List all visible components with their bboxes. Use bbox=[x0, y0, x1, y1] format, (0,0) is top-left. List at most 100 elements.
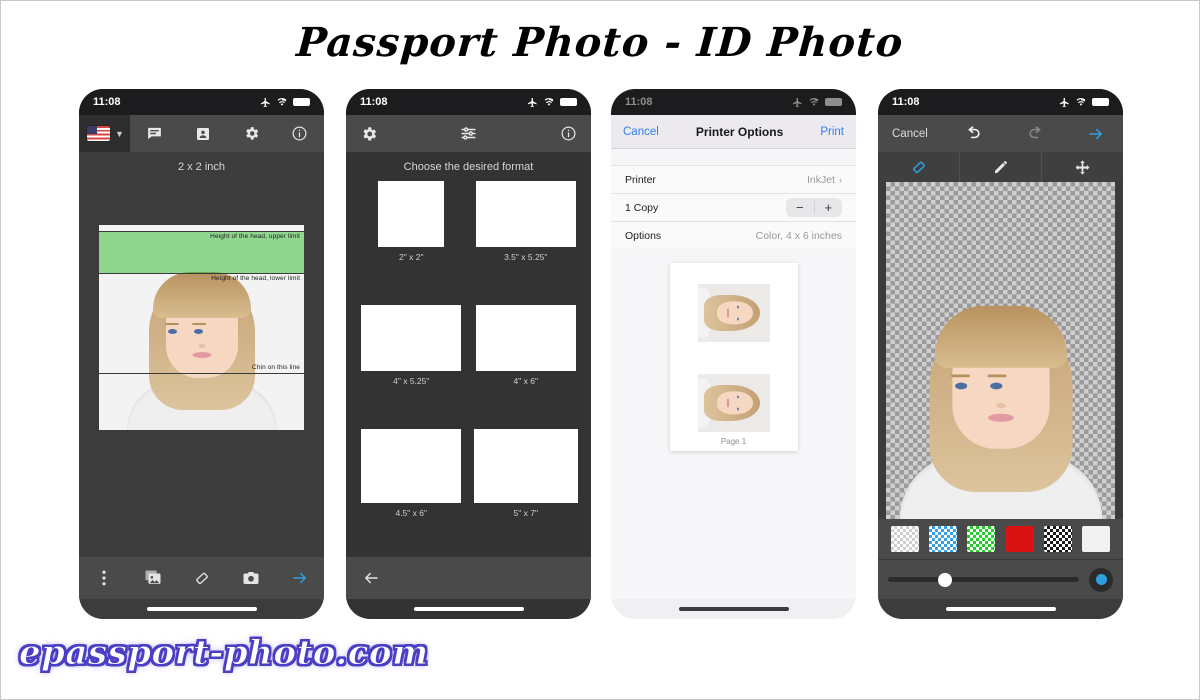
format-option[interactable]: 4" x 5.25" bbox=[358, 305, 465, 425]
photo-guide-frame[interactable]: Height of the head, upper limit Height o… bbox=[99, 225, 304, 430]
airplane-icon bbox=[527, 97, 538, 108]
lower-limit-line bbox=[99, 273, 304, 274]
airplane-icon bbox=[792, 97, 803, 108]
sliders-icon bbox=[459, 124, 478, 143]
swatch-red[interactable] bbox=[1005, 526, 1034, 552]
swatch-blue[interactable] bbox=[929, 526, 958, 552]
info-button[interactable] bbox=[545, 115, 591, 152]
info-circle-icon bbox=[560, 125, 577, 142]
preview-photo bbox=[697, 374, 770, 432]
editor-canvas[interactable]: Height of the head, upper limit Height o… bbox=[79, 173, 324, 557]
home-indicator bbox=[878, 599, 1123, 619]
format-list[interactable]: 2" x 2" 3.5" x 5.25" 4" x 5.25" 4" x 6" 4.5"… bbox=[346, 173, 591, 557]
brush-size-slider[interactable] bbox=[888, 572, 1079, 587]
print-button[interactable]: Print bbox=[820, 126, 844, 138]
battery-icon bbox=[825, 98, 842, 106]
undo-arrow-icon bbox=[963, 124, 982, 143]
format-preview bbox=[475, 181, 576, 247]
wifi-icon bbox=[276, 97, 288, 108]
camera-icon bbox=[242, 569, 260, 587]
redo-button[interactable] bbox=[1005, 115, 1070, 152]
kebab-menu-icon bbox=[101, 570, 106, 586]
swatch-green[interactable] bbox=[967, 526, 996, 552]
apply-button[interactable] bbox=[1089, 567, 1113, 592]
options-row[interactable]: Options Color, 4 x 6 inches bbox=[611, 221, 856, 249]
format-option[interactable]: 3.5" x 5.25" bbox=[473, 181, 580, 301]
printer-value: InkJet › bbox=[807, 174, 842, 186]
camera-button[interactable] bbox=[226, 569, 275, 587]
format-title: 2 x 2 inch bbox=[177, 161, 226, 173]
increment-button[interactable]: + bbox=[815, 198, 843, 217]
home-indicator bbox=[611, 599, 856, 619]
settings-button[interactable] bbox=[346, 115, 392, 152]
phone-screen-printer-options: 11:08 Cancel Printer Options Print Print… bbox=[611, 89, 856, 619]
next-button[interactable] bbox=[1069, 115, 1123, 152]
copies-stepper[interactable]: − + bbox=[786, 198, 842, 217]
status-bar: 11:08 bbox=[79, 89, 324, 115]
print-preview[interactable]: Page 1 bbox=[611, 249, 856, 599]
eraser-tool-tab[interactable] bbox=[878, 152, 960, 182]
options-value: Color, 4 x 6 inches bbox=[755, 229, 842, 242]
choose-format-title: Choose the desired format bbox=[403, 161, 534, 173]
page-title: Passport Photo - ID Photo bbox=[294, 19, 906, 66]
website-brand: epassport-photo.com bbox=[19, 633, 429, 674]
printer-label: Printer bbox=[625, 173, 656, 186]
eraser-button[interactable] bbox=[177, 569, 226, 587]
id-card-icon bbox=[195, 126, 211, 142]
back-button[interactable] bbox=[346, 569, 396, 587]
brush-tool-tab[interactable] bbox=[960, 152, 1042, 182]
format-option[interactable]: 4.5" x 6" bbox=[358, 429, 465, 549]
next-button[interactable] bbox=[275, 569, 324, 587]
status-time: 11:08 bbox=[360, 96, 388, 108]
status-bar: 11:08 bbox=[611, 89, 856, 115]
preview-page: Page 1 bbox=[669, 263, 798, 451]
status-time: 11:08 bbox=[892, 96, 920, 108]
transparency-canvas[interactable] bbox=[886, 182, 1115, 519]
more-options-button[interactable] bbox=[79, 570, 128, 586]
home-indicator bbox=[346, 599, 591, 619]
format-option[interactable]: 2" x 2" bbox=[358, 181, 465, 301]
format-label: 4" x 6" bbox=[513, 376, 538, 386]
format-preview bbox=[378, 181, 445, 247]
undo-button[interactable] bbox=[940, 115, 1005, 152]
cancel-button[interactable]: Cancel bbox=[878, 115, 940, 152]
format-preview bbox=[475, 305, 576, 371]
arrow-left-icon bbox=[361, 569, 381, 587]
feedback-button[interactable] bbox=[130, 115, 179, 152]
wifi-icon bbox=[1075, 97, 1087, 108]
settings-button[interactable] bbox=[227, 115, 276, 152]
nav-spacer bbox=[611, 149, 856, 165]
wifi-icon bbox=[543, 97, 555, 108]
copies-row[interactable]: 1 Copy − + bbox=[611, 193, 856, 221]
move-tool-tab[interactable] bbox=[1042, 152, 1123, 182]
us-flag-icon bbox=[87, 126, 110, 141]
adjust-button[interactable] bbox=[392, 115, 545, 152]
status-bar: 11:08 bbox=[346, 89, 591, 115]
gallery-button[interactable] bbox=[128, 569, 177, 587]
photo-library-icon bbox=[144, 569, 162, 587]
info-button[interactable] bbox=[275, 115, 324, 152]
chin-line bbox=[99, 373, 304, 374]
format-option[interactable]: 5" x 7" bbox=[473, 429, 580, 549]
decrement-button[interactable]: − bbox=[786, 198, 814, 217]
printer-row[interactable]: Printer InkJet › bbox=[611, 165, 856, 193]
format-label: 4" x 5.25" bbox=[393, 376, 430, 386]
id-card-button[interactable] bbox=[178, 115, 227, 152]
format-label: 5" x 7" bbox=[513, 508, 538, 518]
country-selector[interactable]: ▼ bbox=[79, 115, 130, 152]
background-color-swatches[interactable] bbox=[878, 519, 1123, 559]
format-label: 4.5" x 6" bbox=[395, 508, 428, 518]
move-arrows-icon bbox=[1074, 159, 1091, 176]
cancel-button[interactable]: Cancel bbox=[623, 126, 659, 138]
slider-thumb[interactable] bbox=[938, 572, 953, 587]
status-time: 11:08 bbox=[625, 96, 653, 108]
printer-options-title: Printer Options bbox=[695, 124, 784, 139]
swatch-black[interactable] bbox=[1043, 526, 1072, 552]
airplane-icon bbox=[260, 97, 271, 108]
swatch-white[interactable] bbox=[1081, 526, 1110, 552]
format-option[interactable]: 4" x 6" bbox=[473, 305, 580, 425]
gear-icon bbox=[360, 125, 378, 143]
swatch-transparent[interactable] bbox=[891, 526, 920, 552]
edit-navbar: Cancel bbox=[878, 115, 1123, 152]
battery-icon bbox=[293, 98, 310, 106]
